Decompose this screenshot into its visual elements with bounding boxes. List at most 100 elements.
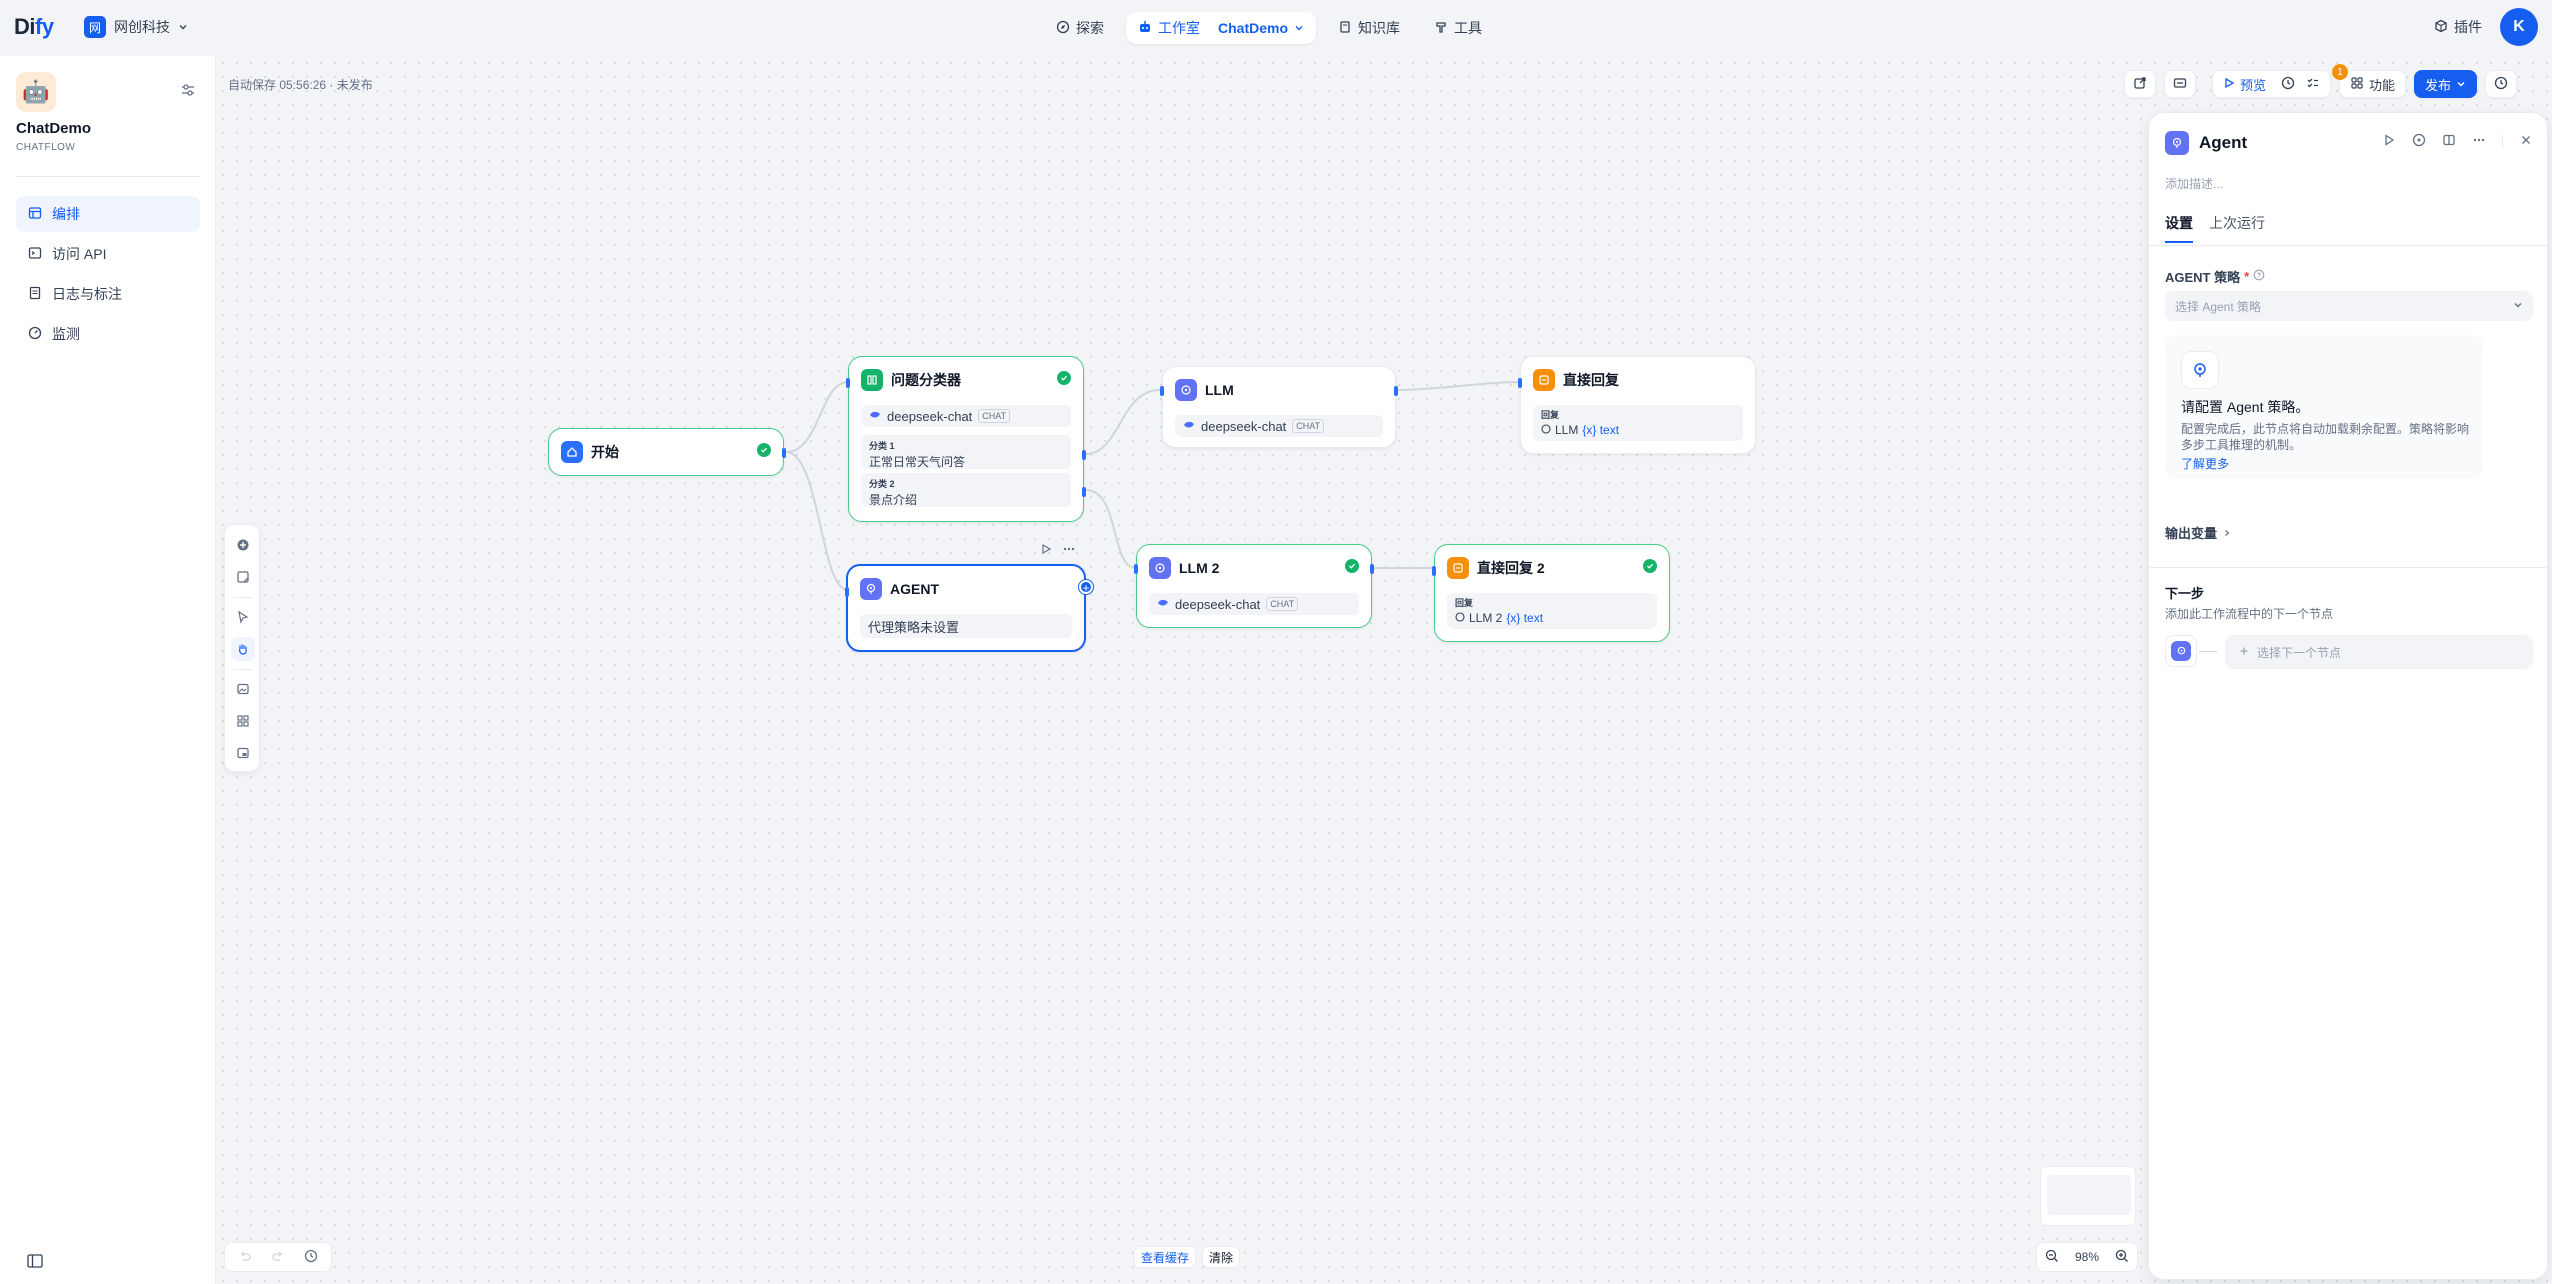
target-handle[interactable] [1160,386,1164,396]
version-history-button[interactable] [2485,70,2518,98]
settings-sliders-icon[interactable] [178,80,198,100]
zoom-in-icon[interactable] [2115,1249,2129,1266]
robot-icon [1138,20,1152,37]
view-cache-button[interactable]: 查看缓存 [1134,1246,1197,1268]
learn-more-link[interactable]: 了解更多 [2181,455,2467,472]
source-handle[interactable] [1394,386,1398,396]
close-icon[interactable] [2519,133,2533,150]
history-run-icon[interactable] [2281,76,2295,93]
target-handle[interactable] [1518,378,1522,388]
node-config-panel: Agent 添加描述... 设置 上次运行 AGENT 策略 * ? 选择 Age… [2148,112,2548,1280]
target-handle[interactable] [845,587,849,597]
direct-reply-node[interactable]: 直接回复 回复 LLM {x} text [1518,356,1756,454]
dify-logo[interactable]: Dify [14,14,54,40]
class-2-handle[interactable] [1082,487,1086,497]
agent-icon [2181,351,2219,389]
sidebar-item-orchestrate[interactable]: 编排 [16,196,200,232]
app-emoji-icon: 🤖 [16,72,56,112]
class-item: 分类 2 景点介绍 [861,473,1071,507]
sidebar-item-api[interactable]: 访问 API [16,236,200,272]
plugins-button[interactable]: 插件 [2434,17,2482,37]
tab-divider [2149,245,2547,246]
target-handle[interactable] [846,378,850,388]
class-1-handle[interactable] [1082,450,1086,460]
tab-settings[interactable]: 设置 [2165,213,2193,243]
nav-knowledge[interactable]: 知识库 [1326,12,1412,44]
start-node[interactable]: 开始 [548,428,786,476]
hand-icon[interactable] [231,637,255,661]
agent-icon [2165,635,2197,667]
split-view-icon[interactable] [2442,133,2456,150]
source-handle[interactable] [782,448,786,458]
model-selector: deepseek-chat CHAT [1175,415,1383,437]
workspace-switcher[interactable]: 网 网创科技 [84,16,188,38]
select-next-node-button[interactable]: 选择下一个节点 [2225,635,2533,669]
nav-tools[interactable]: 工具 [1422,12,1494,44]
llm-node[interactable]: LLM deepseek-chat CHAT [1160,366,1398,448]
llm2-node[interactable]: LLM 2 deepseek-chat CHAT [1134,544,1374,628]
pointer-icon[interactable] [231,605,255,629]
features-button[interactable]: 功能 [2339,70,2407,98]
question-circle-icon[interactable]: ? [2253,269,2265,284]
minimap[interactable] [2040,1166,2136,1226]
environment-variables-button[interactable] [2164,70,2196,98]
preview-button[interactable]: 预览 [2212,70,2332,98]
zoom-level[interactable]: 98% [2075,1250,2099,1264]
llm-small-icon [1455,611,1465,625]
agent-icon [860,578,882,600]
target-handle[interactable] [1134,564,1138,574]
help-icon[interactable] [2412,133,2426,150]
open-in-new-button[interactable] [2124,70,2156,98]
export-image-icon[interactable] [231,677,255,701]
organize-nodes-icon[interactable] [231,709,255,733]
run-node-icon[interactable] [1040,542,1052,558]
add-next-node-button[interactable]: + [1079,580,1093,595]
chevron-down-icon [1294,20,1304,36]
nav-explore[interactable]: 探索 [1044,12,1116,44]
agent-strategy-select[interactable]: 选择 Agent 策略 [2165,291,2533,321]
more-options-icon[interactable] [2472,133,2486,150]
divider [2502,134,2503,149]
sidebar-collapse-icon[interactable] [26,1252,44,1270]
sidebar-item-logs[interactable]: 日志与标注 [16,276,200,312]
classifier-icon [861,369,883,391]
zoom-out-icon[interactable] [2045,1249,2059,1266]
external-link-icon [2133,76,2147,93]
output-variables-toggle[interactable]: 输出变量 [2165,523,2231,542]
clear-button[interactable]: 清除 [1202,1246,1241,1268]
chevron-down-icon [178,19,188,35]
strategy-hint-card: 请配置 Agent 策略。 配置完成后，此节点将自动加载剩余配置。策略将影响多步… [2165,335,2483,479]
run-node-icon[interactable] [2382,133,2396,150]
add-note-icon[interactable] [231,565,255,589]
source-handle[interactable] [1370,564,1374,574]
agent-node[interactable]: AGENT 代理策略未设置 + [845,564,1093,652]
node-title: 直接回复 2 [1477,560,1545,576]
more-options-icon[interactable] [1062,542,1076,558]
success-check-icon [1345,559,1359,573]
hammer-icon [1434,20,1448,37]
nav-studio[interactable]: 工作室 ChatDemo [1126,12,1317,44]
target-handle[interactable] [1432,566,1436,576]
history-icon[interactable] [304,1249,318,1266]
undo-icon[interactable] [238,1249,252,1266]
success-check-icon [1643,559,1657,573]
sidebar-item-monitor[interactable]: 监测 [16,316,200,352]
checklist-icon[interactable] [2306,76,2320,93]
description-input[interactable]: 添加描述... [2165,175,2223,192]
add-node-icon[interactable] [231,533,255,557]
panel-actions [2382,133,2533,150]
tab-last-run[interactable]: 上次运行 [2209,213,2265,243]
panel-title[interactable]: Agent [2199,133,2247,153]
next-step-title: 下一步 [2165,586,2205,601]
current-app-name[interactable]: ChatDemo [1218,20,1288,36]
direct-reply-2-node[interactable]: 直接回复 2 回复 LLM 2 {x} text [1432,544,1670,642]
model-selector: deepseek-chat CHAT [1149,593,1359,615]
redo-icon[interactable] [271,1249,285,1266]
question-classifier-node[interactable]: 问题分类器 deepseek-chat CHAT 分类 1 正常日常天气问答 分… [846,356,1086,522]
publish-button[interactable]: 发布 [2414,70,2478,98]
reply-icon [1447,557,1469,579]
deepseek-icon [1157,597,1169,612]
play-icon [2223,77,2235,92]
user-avatar[interactable]: K [2500,8,2538,46]
minimap-toggle-icon[interactable] [231,741,255,765]
